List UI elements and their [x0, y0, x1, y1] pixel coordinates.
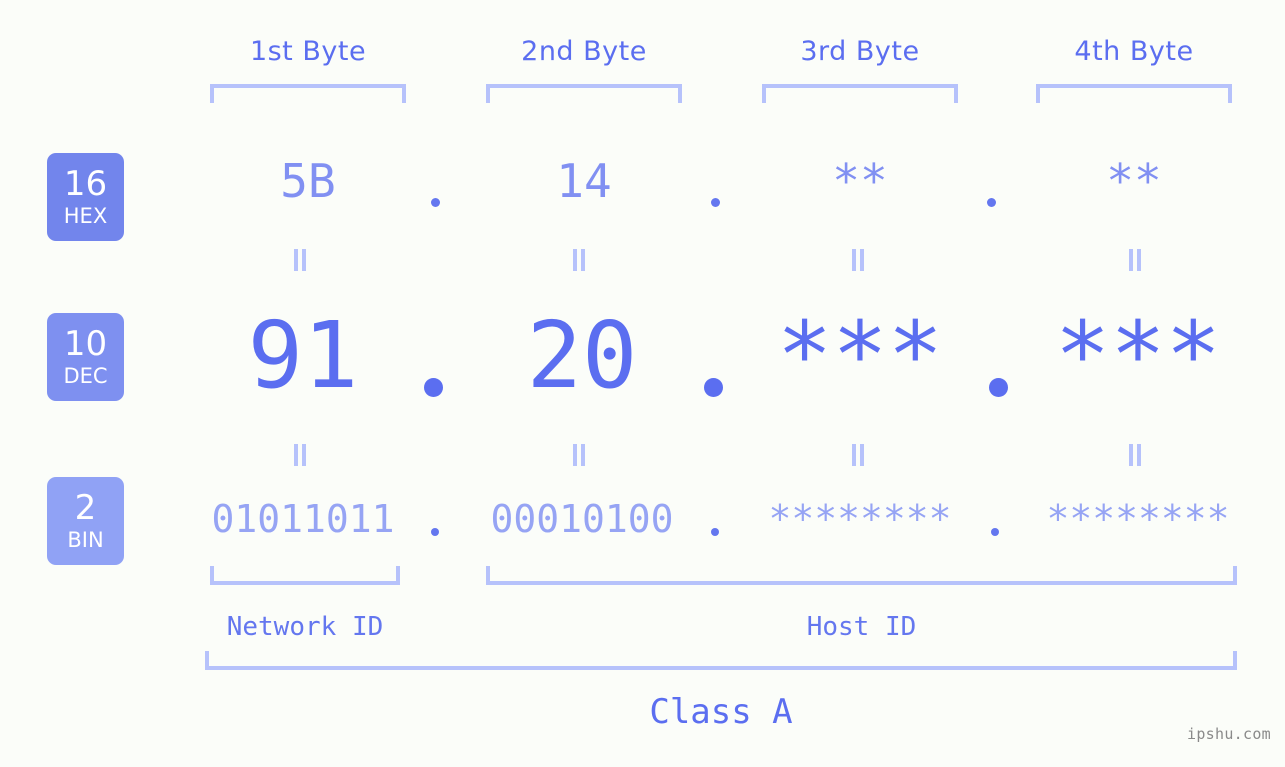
base-badge-bin: 2 BIN [47, 477, 124, 565]
equals-separator-dec-bin-4 [1128, 444, 1143, 466]
base-badge-dec: 10 DEC [47, 313, 124, 401]
hex-byte-2-value: 14 [556, 154, 612, 208]
equals-separator-dec-bin-3 [851, 444, 866, 466]
bin-dot-separator-3 [991, 528, 999, 536]
dec-dot-separator-2 [704, 378, 723, 397]
base-badge-bin-number: 2 [74, 488, 97, 528]
byte-bracket-2 [486, 84, 682, 103]
byte-header-4: 4th Byte [1074, 36, 1194, 67]
base-badge-hex-number: 16 [63, 164, 108, 204]
byte-bracket-1 [210, 84, 406, 103]
base-badge-hex: 16 HEX [47, 153, 124, 241]
hex-byte-4-value: ** [1106, 154, 1162, 208]
byte-bracket-4 [1036, 84, 1232, 103]
dec-byte-2-value: 20 [526, 302, 638, 409]
bin-byte-4-value: ******** [1046, 497, 1230, 541]
ip-address-breakdown-diagram: 1st Byte 2nd Byte 3rd Byte 4th Byte 16 H… [0, 0, 1285, 767]
class-bracket [205, 651, 1237, 670]
byte-bracket-3 [762, 84, 958, 103]
bin-byte-3-value: ******** [768, 497, 952, 541]
hex-byte-1-value: 5B [280, 154, 336, 208]
dec-dot-separator-3 [989, 378, 1008, 397]
equals-separator-hex-dec-2 [572, 249, 587, 271]
dec-byte-1-value: 91 [247, 302, 359, 409]
equals-separator-hex-dec-1 [293, 249, 308, 271]
hex-byte-3-value: ** [832, 154, 888, 208]
equals-separator-dec-bin-1 [293, 444, 308, 466]
base-badge-hex-label: HEX [63, 204, 108, 228]
class-label: Class A [649, 692, 793, 732]
site-watermark: ipshu.com [1187, 725, 1271, 743]
base-badge-dec-number: 10 [63, 324, 108, 364]
dec-byte-4-value: *** [1054, 302, 1222, 409]
bin-dot-separator-2 [711, 528, 719, 536]
network-id-label: Network ID [226, 612, 384, 642]
network-id-bracket [210, 566, 400, 585]
byte-header-1: 1st Byte [249, 36, 367, 67]
hex-dot-separator-3 [987, 198, 996, 207]
byte-header-2: 2nd Byte [521, 36, 647, 67]
base-badge-dec-label: DEC [63, 364, 108, 388]
bin-byte-1-value: 01011011 [211, 497, 395, 541]
base-badge-bin-label: BIN [67, 528, 104, 552]
hex-dot-separator-2 [711, 198, 720, 207]
host-id-bracket [486, 566, 1237, 585]
hex-dot-separator-1 [431, 198, 440, 207]
host-id-label: Host ID [806, 612, 917, 642]
equals-separator-dec-bin-2 [572, 444, 587, 466]
bin-byte-2-value: 00010100 [490, 497, 674, 541]
equals-separator-hex-dec-4 [1128, 249, 1143, 271]
dec-byte-3-value: *** [776, 302, 944, 409]
byte-header-3: 3rd Byte [800, 36, 920, 67]
dec-dot-separator-1 [424, 378, 443, 397]
equals-separator-hex-dec-3 [851, 249, 866, 271]
bin-dot-separator-1 [431, 528, 439, 536]
